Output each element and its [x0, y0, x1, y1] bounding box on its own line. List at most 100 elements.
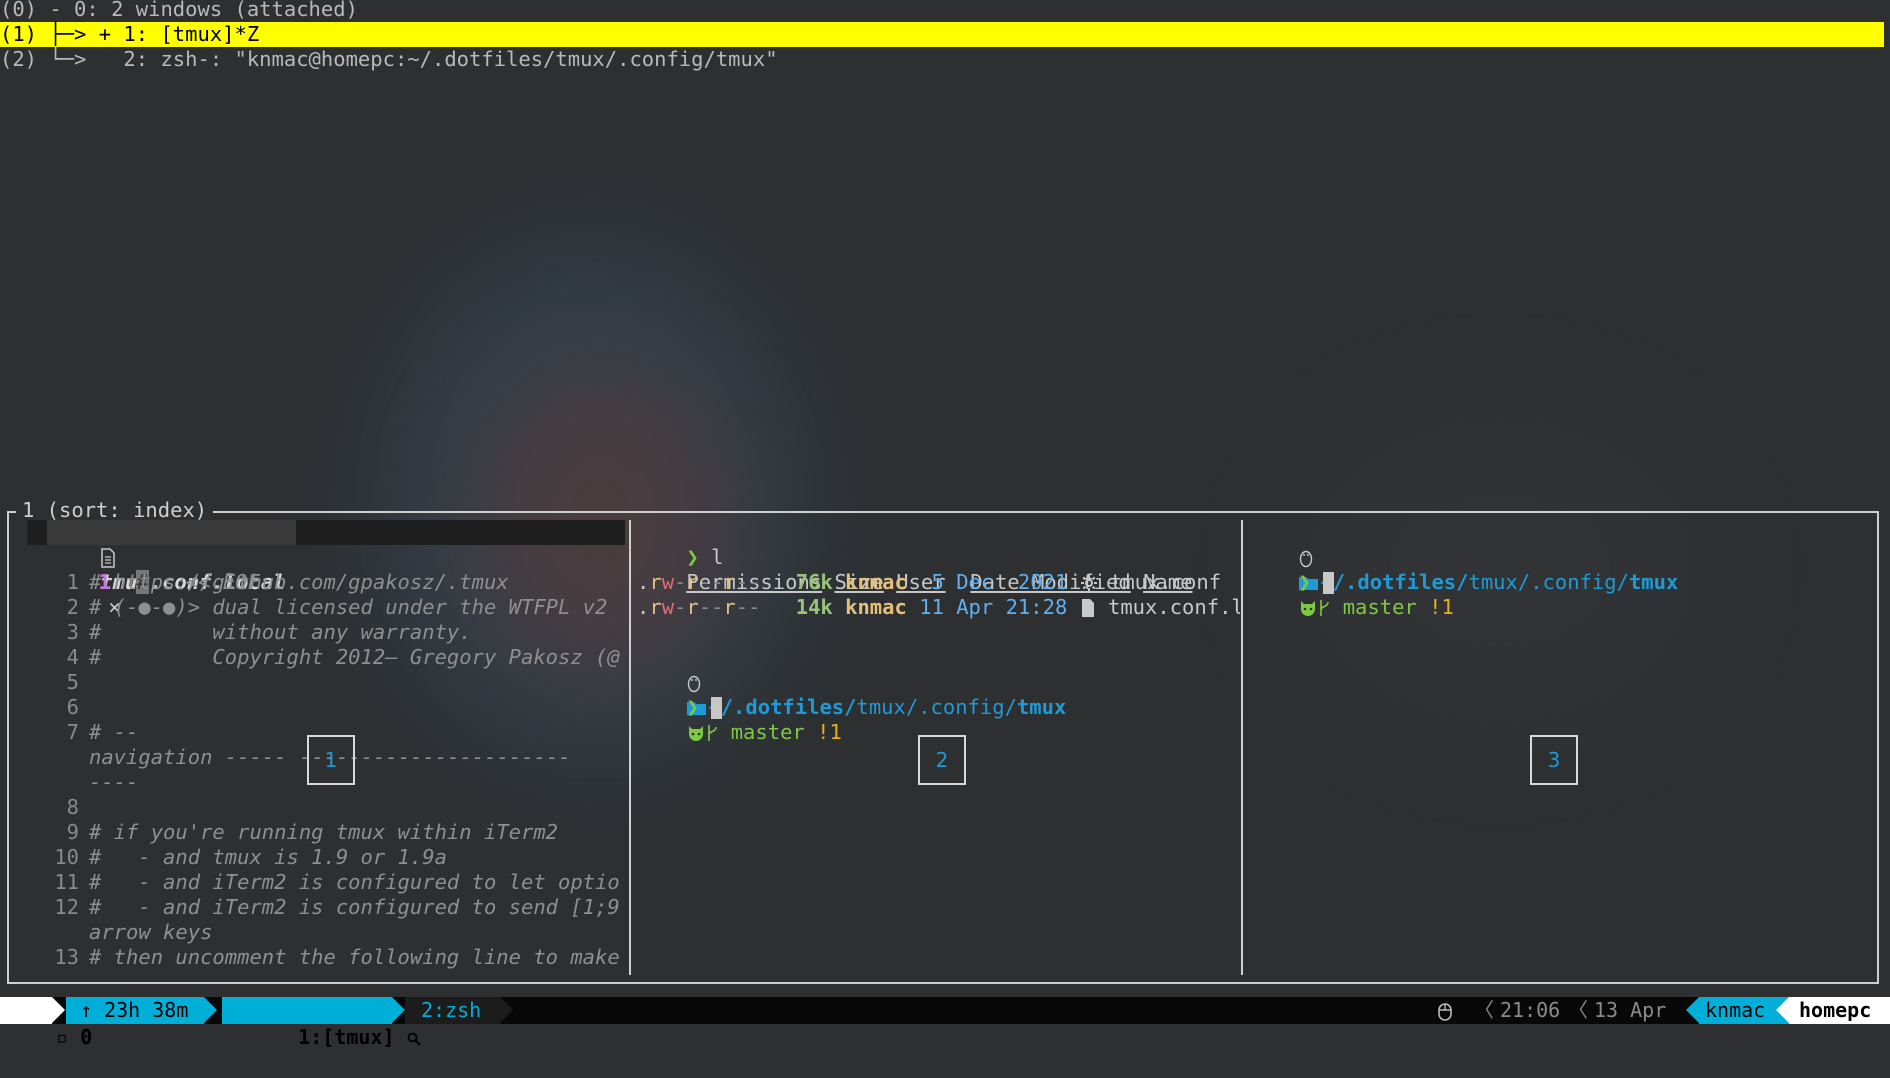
separator-arrow — [52, 997, 65, 1023]
session-number: 0 — [80, 1025, 93, 1049]
file-name: tmux.conf.l — [1107, 595, 1240, 619]
line-text: # - and iTerm2 is configured to send [1;… — [89, 895, 620, 919]
line-text: # (‑●‑●)> dual licensed under the WTFPL … — [89, 595, 608, 619]
line-text: # -- — [89, 720, 139, 744]
prompt-char: ❯ — [1298, 570, 1311, 594]
branch-icon — [706, 720, 718, 744]
listing-row[interactable]: .rw-r--r-- 14k knmac 11 Apr 21:28 tmux.c… — [637, 595, 1240, 620]
command-line: ❯ l — [637, 520, 723, 569]
path-end: tmux — [1628, 570, 1679, 594]
path-mid: tmux/.config/ — [856, 695, 1017, 719]
window-icon: ▫ — [56, 1025, 69, 1049]
branch-icon — [1318, 595, 1330, 619]
editor-tab[interactable]: tmux.conf.local × — [47, 520, 296, 619]
editor-line: 3 # without any warranty. — [27, 620, 472, 645]
permissions: .rw-r--r-- — [637, 595, 761, 619]
status-bar: ▫ 0 ↑ 23h 38m 1:[tmux] 2:zsh 〈 21:06 〈 1… — [0, 997, 1890, 1049]
editor-line: 2 # (‑●‑●)> dual licensed under the WTFPL… — [27, 595, 608, 620]
file-date: 11 Apr 21:28 — [919, 595, 1068, 619]
text-cursor — [1323, 572, 1335, 594]
line-number: 3 — [66, 620, 79, 644]
line-number: 9 — [66, 820, 79, 844]
pane-divider[interactable] — [629, 520, 631, 975]
editor-line: 5 — [27, 670, 89, 695]
github-icon — [1298, 595, 1318, 619]
line-number: 12 — [54, 895, 79, 919]
editor-line: 4 # Copyright 2012— Gregory Pakosz (@ — [27, 645, 620, 670]
tree-window-1-selected[interactable]: (1) ├─> + 1: [tmux]*Z — [0, 22, 1884, 47]
time-display: 21:06 — [1500, 998, 1561, 1022]
pane-number-2: 2 — [918, 735, 966, 785]
github-icon — [686, 720, 706, 744]
editor-line: 12 # - and iTerm2 is configured to send [… — [27, 895, 620, 920]
line-text: arrow keys — [89, 920, 213, 944]
line-text: # if you're running tmux within iTerm2 — [89, 820, 558, 844]
gear-icon — [1080, 570, 1098, 594]
editor-line: 6 — [27, 695, 89, 720]
editor-line: ---- — [27, 770, 138, 795]
window-tab-2[interactable]: 2:zsh — [405, 997, 500, 1024]
separator-arrow — [1776, 997, 1789, 1023]
shell-input-line[interactable]: ❯ — [637, 670, 723, 719]
pane-number-1: 1 — [307, 735, 355, 785]
editor-line: 13 # then uncomment the following line to… — [27, 945, 620, 970]
line-text: # without any warranty. — [89, 620, 472, 644]
line-number: 4 — [66, 645, 79, 669]
line-number: 2 — [66, 595, 79, 619]
listing-row[interactable]: .rw-r--r-- 76k knmac 5 Dec 2021 tmux.con… — [637, 570, 1221, 595]
tree-session-line[interactable]: (0) - 0: 2 windows (attached) — [0, 0, 358, 22]
line-number: 11 — [54, 870, 79, 894]
file-icon — [1080, 595, 1096, 619]
file-size: 76k — [795, 570, 833, 594]
pane-number-3: 3 — [1530, 735, 1578, 785]
line-text: ---- — [89, 770, 139, 794]
line-number: 5 — [66, 670, 79, 694]
shell-input-line[interactable]: ❯ — [1249, 545, 1335, 594]
file-size: 14k — [795, 595, 833, 619]
active-window-label: 1:[tmux] — [298, 1025, 395, 1049]
path-prefix: ~/.dotfiles/ — [708, 695, 857, 719]
uptime-segment: ↑ 23h 38m — [66, 997, 204, 1024]
path-end: tmux — [1016, 695, 1067, 719]
line-number: 7 — [66, 720, 79, 744]
file-name: tmux.conf — [1109, 570, 1222, 594]
path-prefix: ~/.dotfiles/ — [1320, 570, 1469, 594]
line-number: 13 — [54, 945, 79, 969]
zoom-search-icon — [407, 1025, 421, 1049]
line-text: # then uncomment the following line to m… — [89, 945, 620, 969]
shell-prompt-line: ~/.dotfiles/tmux/.config/tmux master !1 — [1249, 520, 1678, 619]
line-text: # Copyright 2012— Gregory Pakosz (@ — [89, 645, 620, 669]
file-user: knmac — [845, 570, 907, 594]
shell-prompt-line: ~/.dotfiles/tmux/.config/tmux master !1 — [637, 645, 1066, 744]
permissions: .rw-r--r-- — [637, 570, 761, 594]
active-window-tab[interactable]: 1:[tmux] — [222, 997, 421, 1049]
pane-divider[interactable] — [1241, 520, 1243, 975]
text-cursor — [711, 697, 723, 719]
editor-line: 10 # - and tmux is 1.9 or 1.9a — [27, 845, 447, 870]
separator-arrow — [204, 997, 217, 1023]
editor-line: arrow keys — [27, 920, 212, 945]
mouse-icon — [1438, 997, 1452, 1024]
separator-thin: 〈 — [1568, 998, 1588, 1022]
tree-window-2[interactable]: (2) └─> 2: zsh-: "knmac@homepc:~/.dotfil… — [0, 47, 778, 72]
editor-line: 11 # - and iTerm2 is configured to let op… — [27, 870, 620, 895]
line-text: navigation ----- — [89, 745, 287, 769]
line-number: 8 — [66, 795, 79, 819]
file-date: 5 Dec 2021 — [919, 570, 1068, 594]
line-text: # - and iTerm2 is configured to let opti… — [89, 870, 620, 894]
separator-thin: 〈 — [1474, 998, 1494, 1022]
separator-arrow — [500, 997, 513, 1023]
host-segment: homepc — [1789, 997, 1890, 1024]
line-number: 1 — [66, 570, 79, 594]
listing-header: Permissions Size User Date Modified Name — [637, 545, 1192, 594]
git-status: !1 — [817, 720, 842, 744]
editor-line: 8 — [27, 795, 89, 820]
session-segment[interactable]: ▫ 0 — [0, 997, 92, 1049]
line-number: 10 — [54, 845, 79, 869]
git-branch: master — [730, 720, 805, 744]
path-mid: tmux/.config/ — [1468, 570, 1629, 594]
line-text: # https://github.com/gpakosz/.tmux — [89, 570, 509, 594]
editor-line: 7 # -- — [27, 720, 139, 745]
git-status: !1 — [1429, 595, 1454, 619]
editor-line: navigation ----- ---------------------- — [27, 745, 571, 770]
